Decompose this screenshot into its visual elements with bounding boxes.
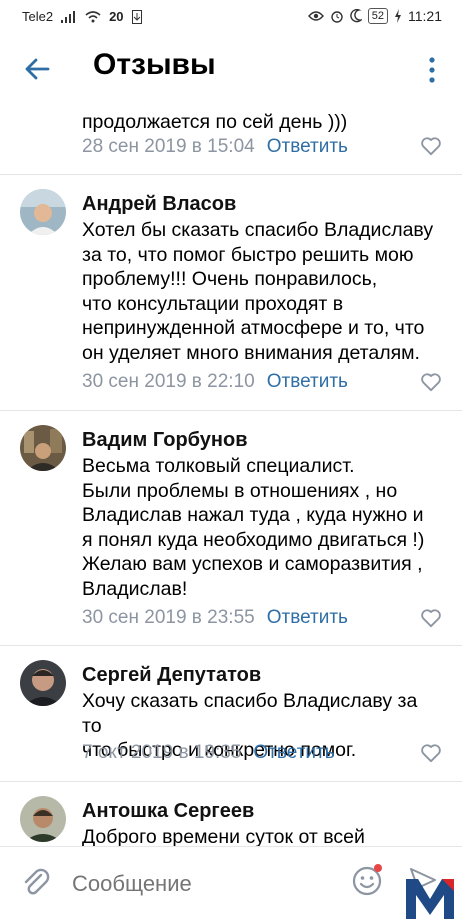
heart-icon[interactable]	[420, 372, 442, 392]
avatar[interactable]	[20, 425, 66, 471]
paperclip-icon[interactable]	[22, 867, 50, 899]
avatar[interactable]	[20, 796, 66, 842]
heart-icon[interactable]	[420, 136, 442, 156]
comment-text: Доброго времени суток от всей	[82, 826, 365, 846]
alarm-icon	[331, 11, 343, 23]
comment-text: продолжается по сей день )))	[82, 111, 348, 133]
heart-icon[interactable]	[420, 743, 442, 763]
comment-item: Антошка Сергеев Доброго времени суток от…	[0, 782, 462, 846]
reply-button[interactable]: Ответить	[267, 607, 348, 628]
comment-meta: 28 сен 2019 в 15:04 Ответить	[82, 136, 348, 158]
reply-button[interactable]: Ответить	[253, 742, 334, 763]
reply-button[interactable]: Ответить	[267, 371, 348, 392]
status-bar: Tele2 20 52 11:21	[0, 0, 462, 34]
comment-item: Сергей Депутатов Хочу сказать спасибо Вл…	[0, 646, 462, 782]
emoji-icon[interactable]	[350, 863, 384, 897]
moon-icon	[349, 9, 362, 23]
watermark-logo	[406, 879, 454, 919]
top-app-bar: Отзывы	[0, 34, 462, 106]
page-title: Отзывы	[93, 48, 216, 81]
comment-date: 7 окт 2019 в 19:35	[82, 742, 242, 763]
comment-item: продолжается по сей день ))) 28 сен 2019…	[0, 106, 462, 176]
reply-button[interactable]: Ответить	[267, 136, 348, 157]
comment-item: Вадим Горбунов Весьма толковый специалис…	[0, 411, 462, 647]
battery-level: 52	[367, 8, 388, 24]
comment-item: Андрей Власов Хотел бы сказать спасибо В…	[0, 175, 462, 411]
comment-date: 28 сен 2019 в 15:04	[82, 136, 255, 157]
comment-date: 30 сен 2019 в 23:55	[82, 607, 255, 628]
signal-icon	[61, 10, 76, 23]
heart-icon[interactable]	[420, 608, 442, 628]
comment-date: 30 сен 2019 в 22:10	[82, 371, 255, 392]
charging-icon	[395, 9, 401, 23]
comment-text: Хотел бы сказать спасибо Владиславу за т…	[82, 219, 434, 364]
comment-author[interactable]: Сергей Депутатов	[82, 664, 261, 687]
comment-meta: 7 окт 2019 в 19:35 Ответить	[82, 742, 335, 764]
message-input[interactable]	[70, 865, 334, 903]
message-composer	[0, 846, 462, 921]
comment-meta: 30 сен 2019 в 22:10 Ответить	[82, 371, 348, 393]
clock: 11:21	[408, 8, 442, 24]
carrier-label: Tele2	[22, 9, 54, 24]
back-arrow-icon[interactable]	[22, 54, 52, 84]
more-vertical-icon[interactable]	[422, 54, 442, 86]
notification-dot	[374, 864, 382, 872]
avatar[interactable]	[20, 660, 66, 706]
comment-meta: 30 сен 2019 в 23:55 Ответить	[82, 607, 348, 629]
network-speed: 20	[109, 9, 124, 24]
wifi-icon	[85, 10, 101, 22]
comment-text: Весьма толковый специалист. Были проблем…	[82, 455, 425, 600]
download-icon	[131, 9, 142, 24]
comment-author[interactable]: Андрей Власов	[82, 193, 236, 216]
comment-author[interactable]: Вадим Горбунов	[82, 429, 248, 452]
eye-icon	[307, 11, 324, 21]
avatar[interactable]	[20, 189, 66, 235]
comment-author[interactable]: Антошка Сергеев	[82, 800, 254, 823]
